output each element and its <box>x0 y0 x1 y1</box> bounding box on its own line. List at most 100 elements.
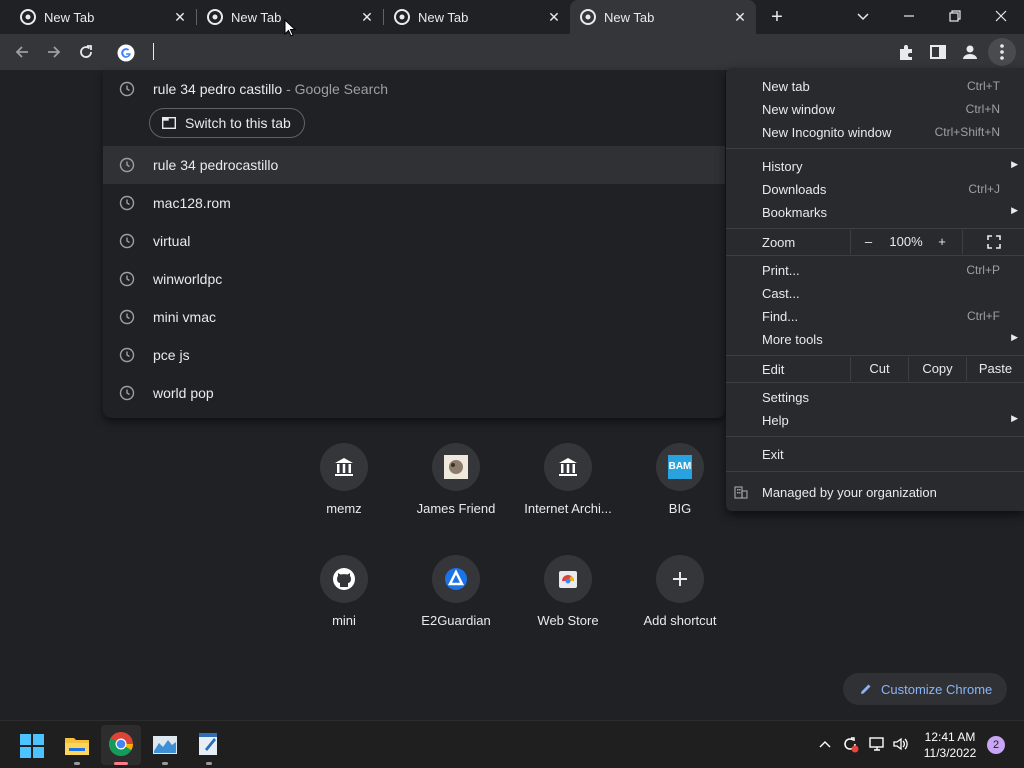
add-shortcut-button[interactable]: Add shortcut <box>624 555 736 667</box>
tab-3[interactable]: New Tab ✕ <box>384 0 570 34</box>
sync-warning-icon[interactable] <box>840 735 860 755</box>
windows-start-icon[interactable] <box>19 733 45 759</box>
extensions-icon[interactable] <box>895 41 917 63</box>
shortcut-icon-circle <box>320 555 368 603</box>
close-tab-icon[interactable]: ✕ <box>359 9 375 25</box>
menu-item-more-tools[interactable]: More tools ▶ <box>726 328 1024 351</box>
suggestion-row[interactable]: mac128.rom <box>103 184 725 222</box>
back-icon[interactable] <box>11 41 33 63</box>
menu-item-new-incognito[interactable]: New Incognito window Ctrl+Shift+N <box>726 121 1024 144</box>
shortcut-label: E2Guardian <box>421 613 491 628</box>
chrome-taskbar-button[interactable] <box>101 725 141 765</box>
menu-button[interactable] <box>988 38 1016 66</box>
menu-item-downloads[interactable]: Downloads Ctrl+J <box>726 178 1024 201</box>
shortcut-label: Add shortcut <box>643 613 717 628</box>
menu-item-find[interactable]: Find... Ctrl+F <box>726 305 1024 328</box>
zoom-in-button[interactable]: + <box>926 230 958 254</box>
suggestion-row[interactable]: winworldpc <box>103 260 725 298</box>
chrome-icon <box>394 9 410 25</box>
history-clock-icon <box>119 157 135 173</box>
menu-item-new-tab[interactable]: New tab Ctrl+T <box>726 75 1024 98</box>
running-indicator <box>74 762 80 765</box>
close-tab-icon[interactable]: ✕ <box>546 9 562 25</box>
profile-icon[interactable] <box>959 41 981 63</box>
menu-item-help[interactable]: Help ▶ <box>726 409 1024 432</box>
suggestion-row[interactable]: pce js <box>103 336 725 374</box>
menu-shortcut: Ctrl+F <box>967 309 1000 323</box>
omnibox-suggestions: rule 34 pedro castillo - Google Search S… <box>103 70 725 418</box>
menu-label: New Incognito window <box>762 125 892 140</box>
shortcut-e2guardian[interactable]: E2Guardian <box>400 555 512 667</box>
side-panel-icon[interactable] <box>927 41 949 63</box>
menu-item-new-window[interactable]: New window Ctrl+N <box>726 98 1024 121</box>
zoom-out-button[interactable]: – <box>850 230 886 254</box>
notification-badge[interactable]: 2 <box>987 736 1005 754</box>
task-manager-icon[interactable] <box>151 731 179 759</box>
tab-1[interactable]: New Tab ✕ <box>0 0 196 34</box>
taskbar: 12:41 AM 11/3/2022 2 <box>0 720 1024 768</box>
menu-item-exit[interactable]: Exit <box>726 443 1024 466</box>
reload-icon[interactable] <box>75 41 97 63</box>
building-icon <box>734 486 748 499</box>
suggestion-row-highlighted[interactable]: rule 34 pedrocastillo <box>103 146 725 184</box>
suggestion-text: world pop <box>153 385 214 401</box>
restore-icon[interactable] <box>940 4 970 28</box>
shortcut-big[interactable]: BAM BIG <box>624 443 736 555</box>
shortcut-mini[interactable]: mini <box>288 555 400 667</box>
submenu-arrow-icon: ▶ <box>1011 332 1018 342</box>
system-clock[interactable]: 12:41 AM 11/3/2022 <box>918 729 982 761</box>
menu-label: Help <box>762 413 789 428</box>
shortcut-web-store[interactable]: Web Store <box>512 555 624 667</box>
editor-app-icon[interactable] <box>195 731 223 759</box>
e2guardian-icon <box>445 568 467 590</box>
copy-button[interactable]: Copy <box>908 357 966 381</box>
fullscreen-button[interactable] <box>962 230 1024 254</box>
menu-item-history[interactable]: History ▶ <box>726 155 1024 178</box>
zoom-label: Zoom <box>762 235 796 250</box>
forward-icon[interactable] <box>43 41 65 63</box>
shortcut-label: mini <box>332 613 356 628</box>
menu-item-print[interactable]: Print... Ctrl+P <box>726 259 1024 282</box>
tab-search-icon[interactable] <box>848 4 878 28</box>
cut-button[interactable]: Cut <box>850 357 908 381</box>
show-hidden-icons-icon[interactable] <box>815 735 835 755</box>
menu-label: Cast... <box>762 286 800 301</box>
menu-item-cast[interactable]: Cast... <box>726 282 1024 305</box>
minimize-icon[interactable] <box>894 4 924 28</box>
history-clock-icon <box>119 385 135 401</box>
shortcut-memz[interactable]: memz <box>288 443 400 555</box>
suggestion-row[interactable]: virtual <box>103 222 725 260</box>
tab-icon <box>162 117 176 129</box>
menu-item-managed[interactable]: Managed by your organization <box>726 481 1024 504</box>
new-tab-button[interactable]: + <box>766 7 788 29</box>
close-tab-icon[interactable]: ✕ <box>732 9 748 25</box>
menu-shortcut: Ctrl+J <box>968 182 1000 196</box>
customize-label: Customize Chrome <box>881 681 993 697</box>
tab-title: New Tab <box>231 9 282 25</box>
close-window-icon[interactable] <box>986 4 1016 28</box>
plus-icon <box>673 572 687 586</box>
switch-to-tab-button[interactable]: Switch to this tab <box>149 108 305 138</box>
customize-chrome-button[interactable]: Customize Chrome <box>843 673 1007 705</box>
suggestion-row[interactable]: mini vmac <box>103 298 725 336</box>
menu-item-bookmarks[interactable]: Bookmarks ▶ <box>726 201 1024 224</box>
file-explorer-icon[interactable] <box>63 731 91 759</box>
menu-label: Settings <box>762 390 809 405</box>
tab-4-active[interactable]: New Tab ✕ <box>570 0 756 34</box>
suggestion-row[interactable]: world pop <box>103 374 725 412</box>
shortcut-internet-archive[interactable]: Internet Archi... <box>512 443 624 555</box>
shortcut-james-friend[interactable]: James Friend <box>400 443 512 555</box>
menu-label: More tools <box>762 332 823 347</box>
paste-button[interactable]: Paste <box>966 357 1024 381</box>
suggestion-row[interactable]: rule 34 pedro castillo - Google Search <box>103 70 725 108</box>
tab-title: New Tab <box>418 9 469 25</box>
volume-icon[interactable] <box>891 735 911 755</box>
network-icon[interactable] <box>867 735 887 755</box>
text-caret <box>153 43 154 60</box>
menu-item-settings[interactable]: Settings <box>726 386 1024 409</box>
omnibox-input[interactable] <box>150 40 710 64</box>
suggestion-text: pce js <box>153 347 190 363</box>
chrome-icon <box>20 9 36 25</box>
menu-label: Print... <box>762 263 800 278</box>
close-tab-icon[interactable]: ✕ <box>172 9 188 25</box>
